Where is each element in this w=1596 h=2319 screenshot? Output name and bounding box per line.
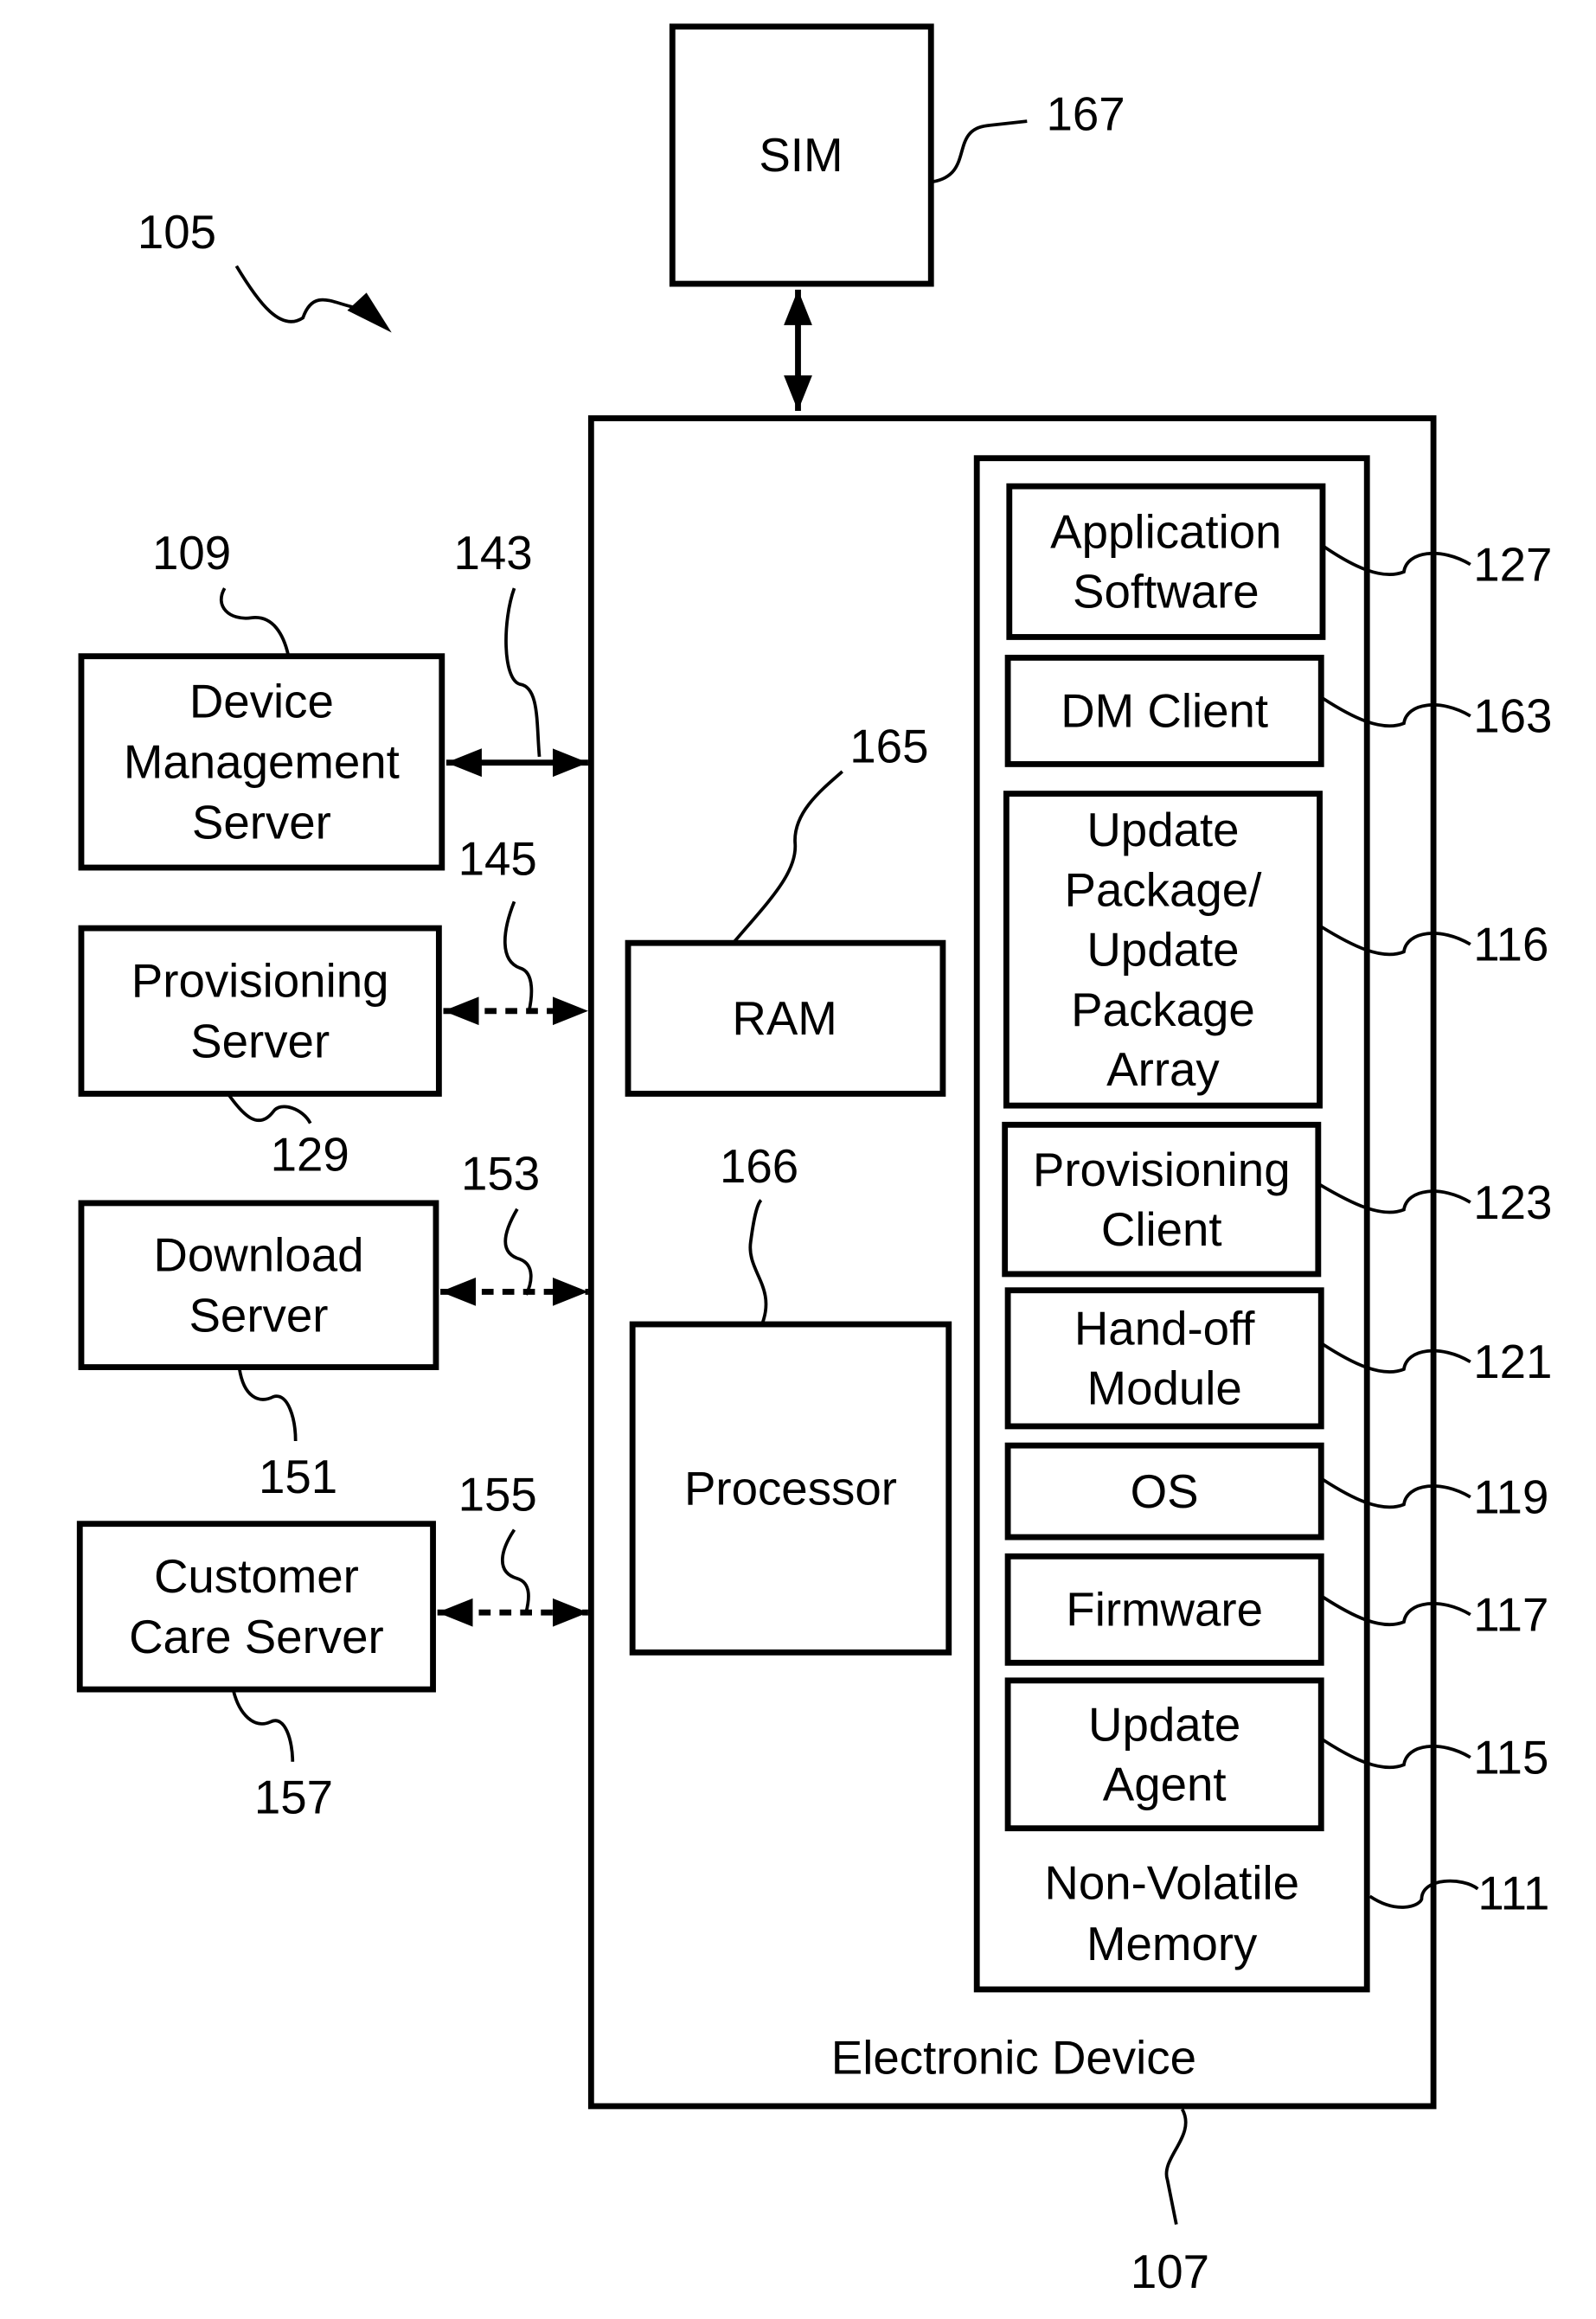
server-ref-leader: [237, 1368, 298, 1442]
server-label: Device: [189, 676, 334, 728]
nvm-ref: 111: [1477, 1867, 1549, 1920]
server-ref-leader: [232, 1690, 295, 1762]
server: Device Management Server 109 143: [78, 527, 588, 871]
link-ref-leader: [503, 1208, 533, 1296]
nvm-items: Application Software 127 DM Client 163 Update…: [1002, 483, 1552, 1832]
ram-label: RAM: [732, 992, 836, 1045]
nvm-label-line-2: Memory: [1086, 1918, 1258, 1970]
nvm-item-label: DM Client: [1061, 685, 1268, 738]
nvm-item-label: Array: [1106, 1043, 1220, 1096]
nvm-item-ref: 123: [1473, 1176, 1552, 1229]
link-ref: 155: [458, 1468, 537, 1521]
server-ref-leader: [228, 1094, 312, 1124]
nvm-item: DM Client 163: [1004, 654, 1552, 767]
sim-ref: 167: [1047, 87, 1125, 140]
nvm-item: Hand-off Module 121: [1004, 1287, 1552, 1430]
nvm-item: Firmware 117: [1004, 1553, 1548, 1666]
system-ref-leader: [234, 265, 356, 324]
nvm-item-ref: 127: [1473, 538, 1552, 591]
system-ref-arrowhead: [347, 292, 392, 333]
server-label: Management: [124, 736, 400, 789]
nvm-item-label: Package: [1071, 983, 1255, 1036]
sim-label: SIM: [759, 129, 843, 182]
server-box: [76, 1521, 436, 1693]
sim-leader: [932, 119, 1028, 184]
nvm-label-line-1: Non-Volatile: [1044, 1857, 1299, 1910]
nvm-item-label: OS: [1131, 1465, 1199, 1518]
nvm-item-label: Software: [1073, 566, 1259, 618]
server-box: [78, 925, 442, 1097]
server-ref: 151: [259, 1451, 337, 1503]
server-ref: 109: [152, 527, 231, 580]
nvm-item-ref: 119: [1473, 1471, 1548, 1524]
server-label: Server: [192, 797, 331, 849]
server-ref: 157: [254, 1771, 333, 1824]
nvm-item-label: Update: [1086, 804, 1239, 856]
nvm-item-ref: 163: [1473, 690, 1552, 743]
nvm-item: Update Agent 115: [1004, 1677, 1548, 1832]
nvm-item-ref: 117: [1473, 1588, 1548, 1641]
nvm-item: Update Package/Update Package Array 116: [1003, 791, 1548, 1109]
nvm-item: OS 119: [1004, 1442, 1548, 1541]
nvm-item-label: Update: [1088, 1698, 1240, 1751]
device-ref: 107: [1131, 2245, 1209, 2298]
processor-ref: 166: [720, 1140, 798, 1193]
nvm-item-label: Package/: [1065, 863, 1263, 916]
server-label: Care Server: [129, 1611, 384, 1663]
server-ref: 129: [271, 1128, 349, 1181]
link-ref: 153: [461, 1148, 540, 1201]
link-ref: 145: [458, 833, 537, 886]
device-architecture-diagram: 105 SIM 167 Electronic Device 107 RAM 16…: [76, 23, 1552, 2298]
nvm-item-label: Hand-off: [1074, 1303, 1255, 1355]
server-label: Server: [189, 1290, 328, 1342]
server-ref-leader: [219, 587, 290, 656]
server-label: Server: [190, 1015, 330, 1068]
ram-ref: 165: [849, 721, 928, 773]
servers: Device Management Server 109 143 Provisioning…: [76, 527, 588, 1824]
nvm-item-label: Firmware: [1066, 1584, 1263, 1637]
nvm-item-label: Client: [1101, 1203, 1222, 1256]
link-ref-leader: [503, 900, 534, 1012]
server: Provisioning Server 129 145: [78, 833, 588, 1181]
nvm-item-ref: 121: [1473, 1336, 1552, 1388]
server-label: Provisioning: [131, 955, 389, 1008]
link-ref-leader: [501, 1528, 530, 1613]
system-ref-label: 105: [138, 206, 216, 259]
server-box: [78, 1200, 439, 1370]
link-ref: 143: [453, 527, 532, 580]
device-ref-leader: [1164, 2108, 1188, 2226]
nvm-item-ref: 115: [1473, 1731, 1548, 1784]
nvm-item-label: Application: [1050, 506, 1281, 559]
server: Download Server 151 153: [78, 1148, 588, 1503]
processor-label: Processor: [684, 1462, 897, 1515]
electronic-device-label: Electronic Device: [831, 2031, 1196, 2084]
nvm-item-label: Update: [1086, 924, 1239, 977]
nvm-item-ref: 116: [1473, 919, 1548, 971]
server: Customer Care Server 157 155: [76, 1468, 588, 1824]
server-label: Customer: [154, 1550, 359, 1603]
nvm-item: Provisioning Client 123: [1002, 1121, 1552, 1278]
nvm-item-label: Agent: [1103, 1758, 1227, 1811]
server-label: Download: [153, 1229, 363, 1282]
nvm-item-label: Module: [1087, 1362, 1242, 1415]
link-ref-leader: [504, 587, 542, 758]
nvm-item-label: Provisioning: [1033, 1143, 1291, 1196]
nvm-item: Application Software 127: [1006, 483, 1552, 640]
